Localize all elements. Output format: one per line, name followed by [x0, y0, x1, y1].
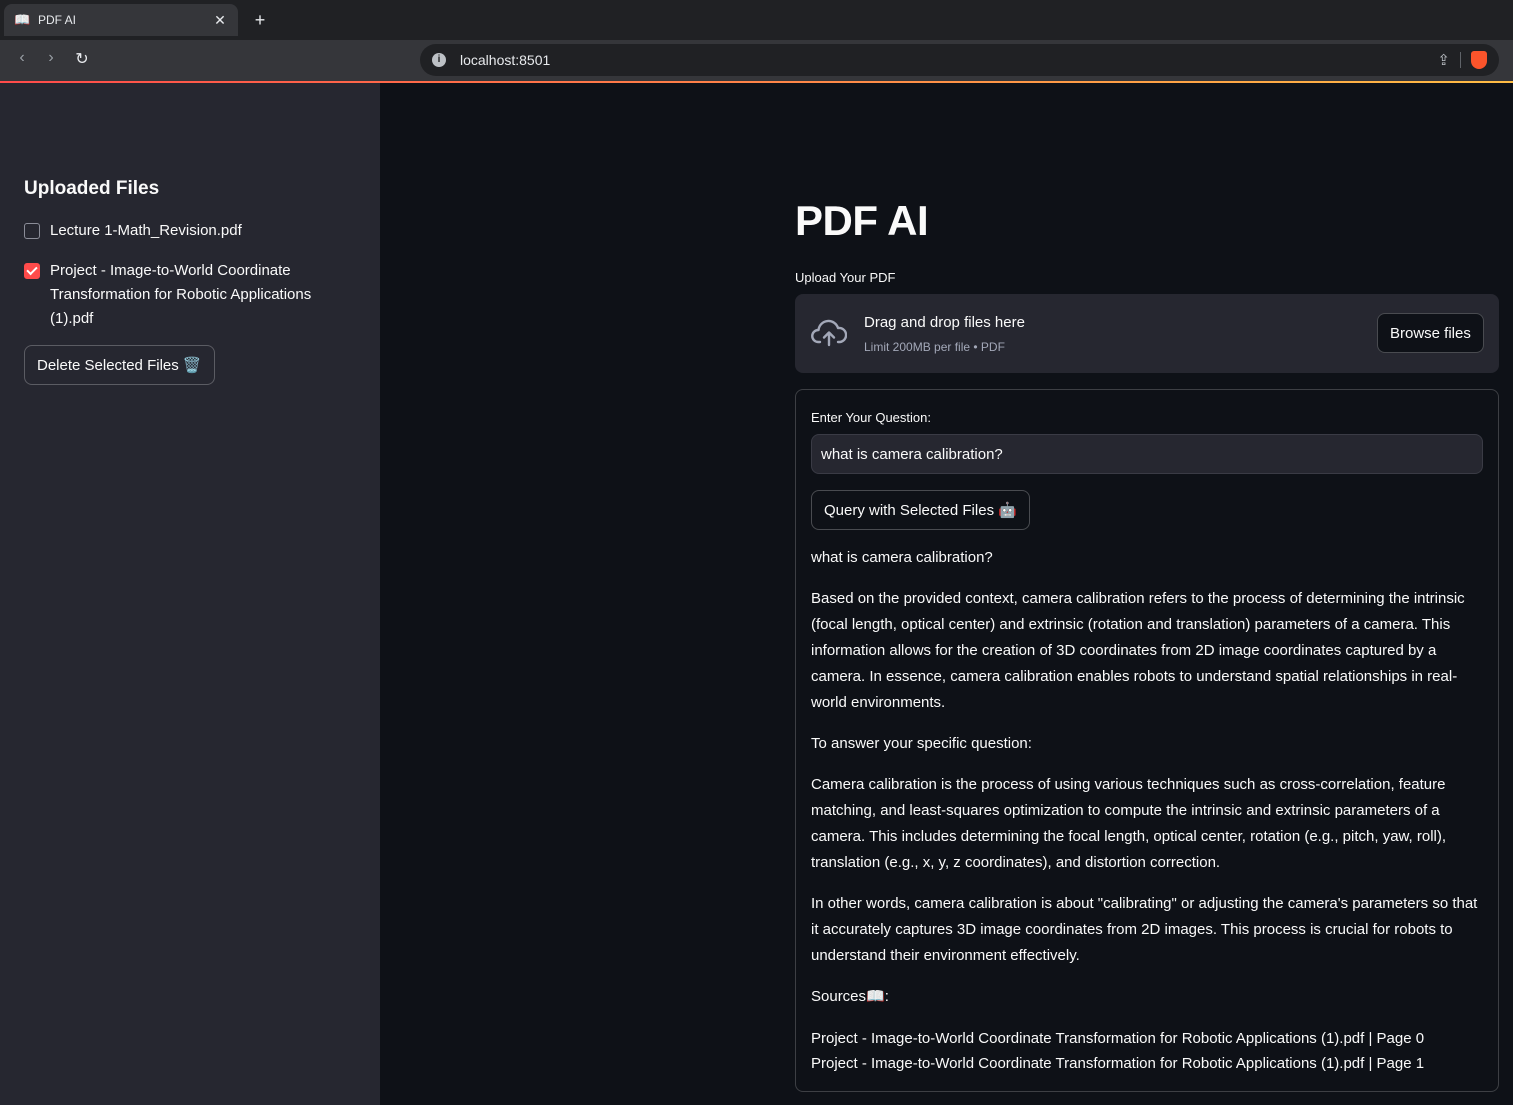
share-icon[interactable]: ⇪ [1437, 51, 1450, 69]
file-dropzone[interactable]: Drag and drop files here Limit 200MB per… [795, 294, 1499, 373]
question-label: Enter Your Question: [811, 410, 931, 425]
browser-tab-bar: 📖 PDF AI ✕ + [0, 0, 1513, 40]
dropzone-title: Drag and drop files here [864, 314, 1025, 331]
browser-tab[interactable]: 📖 PDF AI ✕ [4, 4, 238, 36]
answer-paragraph: Camera calibration is the process of usi… [811, 776, 1447, 871]
echoed-question: what is camera calibration? [811, 549, 993, 566]
url-text[interactable]: localhost:8501 [460, 52, 1437, 68]
query-form: Enter Your Question: Query with Selected… [795, 389, 1499, 1092]
reload-icon[interactable]: ↻ [71, 49, 93, 69]
upload-label: Upload Your PDF [795, 270, 896, 285]
sources-list: Project - Image-to-World Coordinate Tran… [811, 1026, 1483, 1077]
answer-paragraph: Based on the provided context, camera ca… [811, 590, 1465, 711]
page-title: PDF AI [795, 197, 929, 244]
sidebar: Uploaded Files Lecture 1-Math_Revision.p… [0, 83, 380, 1105]
sidebar-title: Uploaded Files [24, 178, 160, 199]
source-item: Project - Image-to-World Coordinate Tran… [811, 1054, 1425, 1072]
source-item: Project - Image-to-World Coordinate Tran… [811, 1029, 1425, 1047]
cloud-upload-icon [811, 319, 847, 347]
file-label[interactable]: Lecture 1-Math_Revision.pdf [50, 219, 330, 243]
question-input[interactable] [811, 434, 1483, 474]
file-label[interactable]: Project - Image-to-World Coordinate Tran… [50, 259, 330, 331]
tab-title: PDF AI [38, 13, 77, 27]
file-item[interactable]: Lecture 1-Math_Revision.pdf [24, 219, 330, 243]
main-content: PDF AI Upload Your PDF Drag and drop fil… [380, 83, 1513, 1105]
browse-files-button[interactable]: Browse files [1377, 313, 1484, 353]
browser-toolbar: ‹ › ↻ i localhost:8501 ⇪ [0, 40, 1513, 81]
dropzone-subtitle: Limit 200MB per file • PDF [864, 340, 1005, 354]
query-button[interactable]: Query with Selected Files 🤖 [811, 490, 1030, 530]
sources-label: Sources📖: [811, 988, 889, 1006]
close-icon[interactable]: ✕ [212, 12, 228, 29]
back-icon[interactable]: ‹ [11, 49, 33, 67]
file-item[interactable]: Project - Image-to-World Coordinate Tran… [24, 259, 330, 331]
brave-shield-icon[interactable] [1471, 51, 1487, 69]
delete-selected-files-button[interactable]: Delete Selected Files 🗑️ [24, 345, 215, 385]
file-checkbox[interactable] [24, 223, 40, 239]
forward-icon[interactable]: › [40, 49, 62, 67]
new-tab-icon[interactable]: + [250, 10, 270, 31]
answer-area: what is camera calibration? Based on the… [811, 545, 1483, 1076]
answer-paragraph: In other words, camera calibration is ab… [811, 895, 1478, 964]
divider [1460, 52, 1461, 68]
file-checkbox[interactable] [24, 263, 40, 279]
answer-paragraph: To answer your specific question: [811, 734, 1032, 752]
address-bar[interactable]: i localhost:8501 ⇪ [420, 44, 1499, 76]
book-icon: 📖 [14, 12, 31, 27]
info-icon[interactable]: i [432, 53, 446, 67]
